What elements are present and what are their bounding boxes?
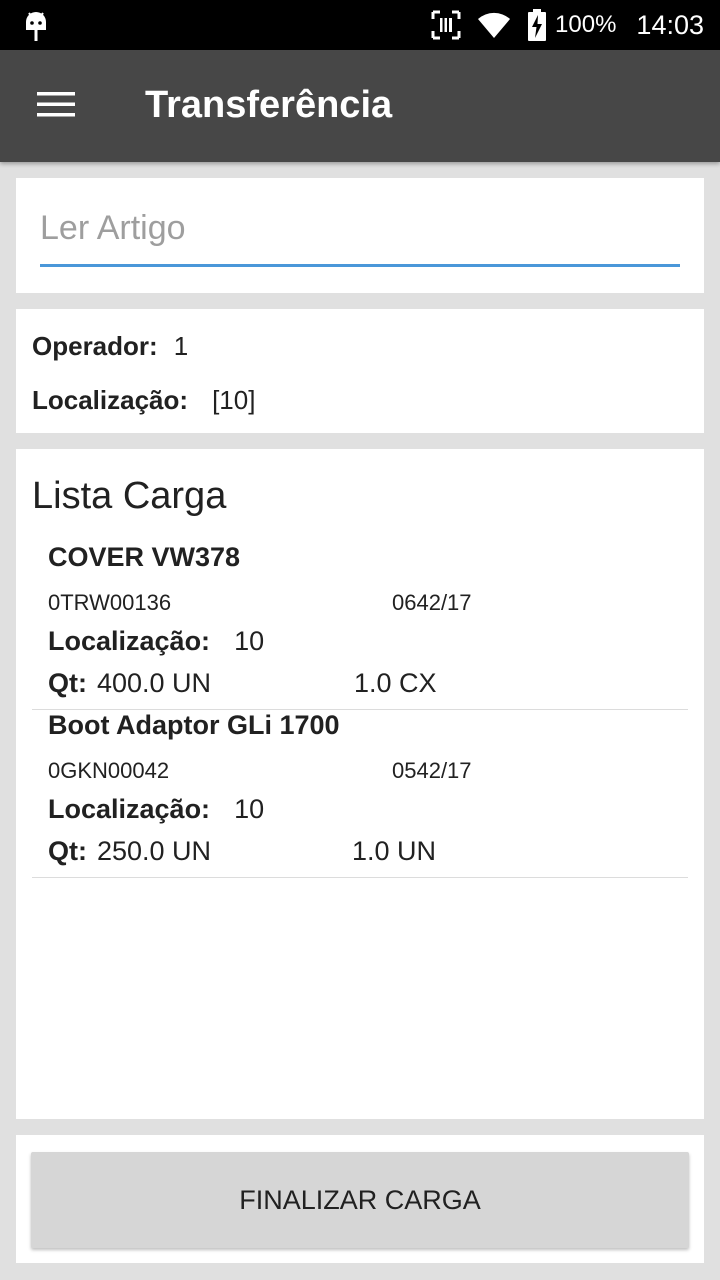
item-date: 0542/17 [392, 758, 472, 783]
list-item[interactable]: Boot Adaptor GLi 1700 0GKN00042 0542/17 … [32, 710, 688, 878]
item-qt-secondary: 1.0 UN [352, 836, 437, 866]
item-quantity: Qt: 250.0 UN [48, 836, 211, 867]
item-name: Boot Adaptor GLi 1700 [48, 710, 340, 740]
item-quantity: Qt: 400.0 UN [48, 668, 211, 699]
operator-value: 1 [173, 331, 189, 361]
nfc-icon [431, 10, 461, 40]
android-debug-icon [24, 10, 48, 42]
battery-percentage: 100% [555, 11, 617, 38]
item-date: 0642/17 [392, 590, 472, 615]
item-location-value: 10 [234, 626, 265, 656]
input-underline [40, 264, 680, 267]
item-code: 0GKN00042 [48, 758, 170, 783]
clock: 14:03 [636, 9, 704, 40]
item-location-label: Localização: [48, 794, 211, 824]
item-qt-value: 250.0 UN [96, 836, 212, 866]
footer-card: FINALIZAR CARGA [16, 1135, 704, 1263]
operator-label: Operador: [32, 331, 158, 361]
hamburger-menu-icon [37, 90, 75, 123]
item-location: Localização: 10 [48, 794, 264, 825]
item-code: 0TRW00136 [48, 590, 172, 615]
search-card [16, 178, 704, 293]
page-title: Transferência [145, 84, 393, 126]
app-bar: Transferência [0, 50, 720, 162]
load-list-card: Lista Carga COVER VW378 0TRW00136 0642/1… [16, 449, 704, 1119]
location-row: Localização: [10] [32, 385, 255, 416]
location-label: Localização: [32, 385, 189, 415]
item-qt-label: Qt: [48, 668, 87, 698]
list-item[interactable]: COVER VW378 0TRW00136 0642/17 Localizaçã… [32, 542, 688, 710]
battery-charging-icon [527, 9, 547, 41]
operator-row: Operador: 1 [32, 331, 188, 362]
item-location-value: 10 [234, 794, 265, 824]
wifi-icon [477, 11, 511, 39]
status-bar: 100% 14:03 [0, 0, 720, 50]
item-location-label: Localização: [48, 626, 211, 656]
item-qt-value: 400.0 UN [96, 668, 212, 698]
item-qt-secondary: 1.0 CX [354, 668, 437, 698]
finish-load-button[interactable]: FINALIZAR CARGA [31, 1152, 689, 1248]
list-title: Lista Carga [32, 475, 227, 517]
info-card: Operador: 1 Localização: [10] [16, 309, 704, 433]
menu-button[interactable] [22, 76, 90, 136]
item-location: Localização: 10 [48, 626, 264, 657]
location-value: [10] [212, 385, 256, 415]
item-name: COVER VW378 [48, 542, 241, 572]
item-qt-label: Qt: [48, 836, 87, 866]
read-article-input[interactable] [40, 208, 680, 248]
